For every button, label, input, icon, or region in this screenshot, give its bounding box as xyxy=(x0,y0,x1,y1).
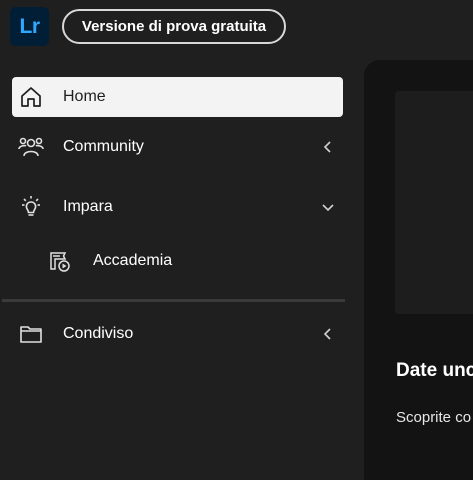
lightroom-logo[interactable]: Lr xyxy=(10,7,49,46)
sidebar-item-impara[interactable]: Impara xyxy=(12,187,343,227)
sidebar-item-label: Condiviso xyxy=(63,325,134,342)
folder-icon xyxy=(18,322,44,346)
home-icon xyxy=(18,85,44,109)
community-icon xyxy=(18,135,44,159)
sidebar-item-label: Community xyxy=(63,138,144,155)
sidebar-item-label: Home xyxy=(63,88,106,105)
sidebar-item-label: Impara xyxy=(63,198,113,215)
sidebar-divider xyxy=(2,299,345,302)
chevron-down-icon[interactable] xyxy=(321,200,335,214)
chevron-left-icon[interactable] xyxy=(321,327,335,341)
academy-icon xyxy=(48,249,74,273)
free-trial-button[interactable]: Versione di prova gratuita xyxy=(62,9,286,44)
main-heading: Date unc xyxy=(396,360,473,381)
sidebar-item-label: Accademia xyxy=(93,252,173,269)
sidebar-item-home[interactable]: Home xyxy=(12,77,343,117)
hero-card[interactable] xyxy=(395,91,473,314)
sidebar-item-condiviso[interactable]: Condiviso xyxy=(12,314,343,354)
main-description: Scoprite co xyxy=(396,409,472,426)
lightbulb-icon xyxy=(18,195,44,219)
chevron-left-icon[interactable] xyxy=(321,140,335,154)
sidebar-item-accademia[interactable]: Accademia xyxy=(12,241,343,281)
sidebar-item-community[interactable]: Community xyxy=(12,127,343,167)
